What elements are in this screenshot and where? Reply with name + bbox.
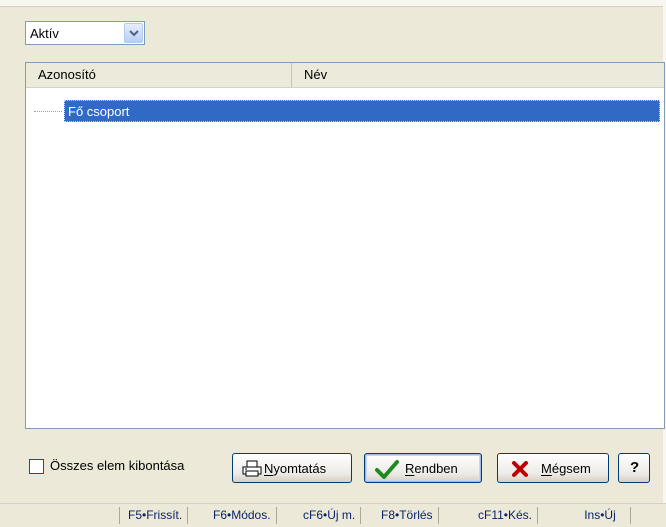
window-top-edge — [0, 0, 666, 7]
printer-icon — [242, 460, 262, 477]
expand-all-label[interactable]: Összes elem kibontása — [50, 458, 184, 473]
expand-all-checkbox[interactable] — [29, 459, 44, 474]
group-tree-list[interactable]: Azonosító Név Fő csoport — [25, 62, 665, 429]
status-shortcut-modify[interactable]: F6•Módos. — [213, 507, 277, 524]
column-header-name[interactable]: Név — [292, 63, 664, 87]
chevron-down-icon — [129, 30, 139, 37]
status-shortcut-new-copy[interactable]: cF6•Új m. — [303, 507, 362, 524]
help-button[interactable]: ? — [618, 453, 650, 483]
column-header-id[interactable]: Azonosító — [26, 63, 292, 87]
tree-item-selection[interactable]: Fő csoport — [64, 100, 660, 122]
dropdown-arrow-button[interactable] — [124, 23, 143, 43]
ok-button[interactable]: Rendben — [364, 453, 482, 483]
print-button-label: Nyomtatás — [264, 461, 327, 476]
status-bar-blank-cell — [4, 507, 120, 524]
ok-button-label: Rendben — [405, 461, 458, 476]
cancel-button-label: Mégsem — [541, 461, 591, 476]
tree-area[interactable]: Fő csoport — [26, 88, 664, 428]
checkmark-icon — [375, 460, 399, 479]
status-shortcut-later[interactable]: cF11•Kés. — [478, 507, 538, 524]
status-shortcut-refresh[interactable]: F5•Frissít. — [128, 507, 189, 524]
print-button[interactable]: Nyomtatás — [232, 453, 352, 483]
tree-item[interactable]: Fő csoport — [30, 99, 660, 123]
help-button-label: ? — [630, 459, 640, 476]
cross-icon — [512, 461, 528, 477]
status-bar: F5•Frissít. F6•Módos. cF6•Új m. F8•Törlé… — [0, 503, 666, 527]
tree-item-label: Fő csoport — [68, 104, 130, 119]
list-header: Azonosító Név — [26, 63, 664, 88]
tree-connector-line — [34, 111, 62, 112]
cancel-button[interactable]: Mégsem — [497, 453, 609, 483]
status-shortcut-insert[interactable]: Ins•Új — [575, 507, 631, 524]
status-filter-dropdown[interactable]: Aktív — [25, 21, 145, 45]
status-shortcut-delete[interactable]: F8•Törlés — [381, 507, 439, 524]
status-filter-value: Aktív — [30, 26, 59, 41]
